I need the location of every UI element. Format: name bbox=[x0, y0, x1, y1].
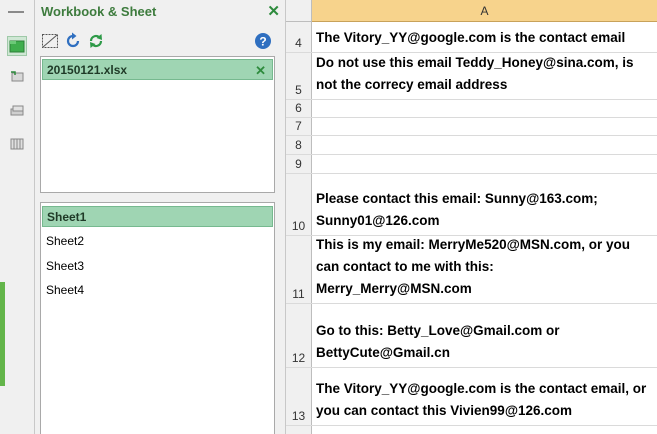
navigation-strip bbox=[0, 0, 35, 434]
table-row[interactable]: 11 This is my email: MerryMe520@MSN.com,… bbox=[286, 236, 657, 304]
refresh-icon[interactable] bbox=[62, 30, 84, 52]
pane-toolbar: ? bbox=[35, 28, 286, 54]
table-row[interactable]: 9 bbox=[286, 155, 657, 174]
cell-text[interactable]: The Vitory_YY@google.com is the contact … bbox=[316, 27, 653, 49]
row-number[interactable]: 12 bbox=[286, 304, 312, 367]
pane-close-button[interactable]: ✕ bbox=[267, 2, 280, 20]
table-row[interactable]: 13 The Vitory_YY@google.com is the conta… bbox=[286, 368, 657, 426]
row-number[interactable]: 9 bbox=[286, 155, 312, 173]
collapse-handle[interactable] bbox=[0, 282, 5, 386]
spreadsheet-grid: A 4 The Vitory_YY@google.com is the cont… bbox=[286, 0, 657, 434]
columns-icon[interactable] bbox=[7, 134, 27, 154]
sheet-item-sheet3[interactable]: Sheet3 bbox=[42, 256, 273, 277]
cell-text[interactable]: This is my email: MerryMe520@MSN.com, or… bbox=[316, 234, 653, 300]
sheet-list: Sheet1 Sheet2 Sheet3 Sheet4 bbox=[40, 202, 275, 434]
filter-icon[interactable] bbox=[39, 30, 61, 52]
column-header-a[interactable]: A bbox=[312, 0, 657, 22]
cell-text[interactable]: Go to this: Betty_Love@Gmail.com or Bett… bbox=[316, 320, 653, 364]
row-number[interactable]: 11 bbox=[286, 236, 312, 303]
select-all-corner[interactable] bbox=[286, 0, 312, 22]
cell-text[interactable]: Do not use this email Teddy_Honey@sina.c… bbox=[316, 52, 653, 96]
row-number[interactable]: 6 bbox=[286, 100, 312, 117]
row-number[interactable]: 7 bbox=[286, 118, 312, 135]
row-number[interactable]: 8 bbox=[286, 136, 312, 154]
sync-icon[interactable] bbox=[85, 30, 107, 52]
layers-icon[interactable] bbox=[7, 100, 27, 120]
cell-text[interactable]: Please contact this email: Sunny@163.com… bbox=[316, 188, 653, 232]
table-row[interactable]: 10 Please contact this email: Sunny@163.… bbox=[286, 174, 657, 236]
pane-grip-icon[interactable] bbox=[8, 11, 24, 13]
help-icon[interactable]: ? bbox=[252, 30, 274, 52]
row-number[interactable]: 4 bbox=[286, 22, 312, 52]
table-row[interactable]: 6 bbox=[286, 100, 657, 118]
row-number[interactable]: 10 bbox=[286, 174, 312, 235]
workbook-sheet-pane: Workbook & Sheet ✕ ? 20150121.xlsx ✕ She… bbox=[8, 0, 286, 434]
workbook-name: 20150121.xlsx bbox=[47, 63, 128, 77]
autotext-icon[interactable] bbox=[7, 66, 27, 86]
row-number[interactable]: 13 bbox=[286, 368, 312, 425]
table-row[interactable]: 7 bbox=[286, 118, 657, 136]
table-row[interactable]: 5 Do not use this email Teddy_Honey@sina… bbox=[286, 53, 657, 100]
cell-text[interactable]: The Vitory_YY@google.com is the contact … bbox=[316, 378, 653, 422]
workbook-list: 20150121.xlsx ✕ bbox=[40, 56, 275, 193]
table-row[interactable]: 8 bbox=[286, 136, 657, 155]
workbook-sheet-icon[interactable] bbox=[7, 36, 27, 56]
workbook-item[interactable]: 20150121.xlsx ✕ bbox=[42, 59, 273, 80]
pane-header: Workbook & Sheet ✕ bbox=[8, 0, 286, 24]
close-workbook-button[interactable]: ✕ bbox=[255, 60, 266, 81]
sheet-item-sheet1[interactable]: Sheet1 bbox=[42, 206, 273, 227]
table-row[interactable]: 4 The Vitory_YY@google.com is the contac… bbox=[286, 22, 657, 53]
pane-title: Workbook & Sheet bbox=[41, 4, 157, 19]
table-row[interactable]: 12 Go to this: Betty_Love@Gmail.com or B… bbox=[286, 304, 657, 368]
sheet-item-sheet4[interactable]: Sheet4 bbox=[42, 280, 273, 301]
row-number[interactable]: 5 bbox=[286, 53, 312, 99]
sheet-item-sheet2[interactable]: Sheet2 bbox=[42, 231, 273, 252]
svg-text:?: ? bbox=[259, 35, 266, 49]
